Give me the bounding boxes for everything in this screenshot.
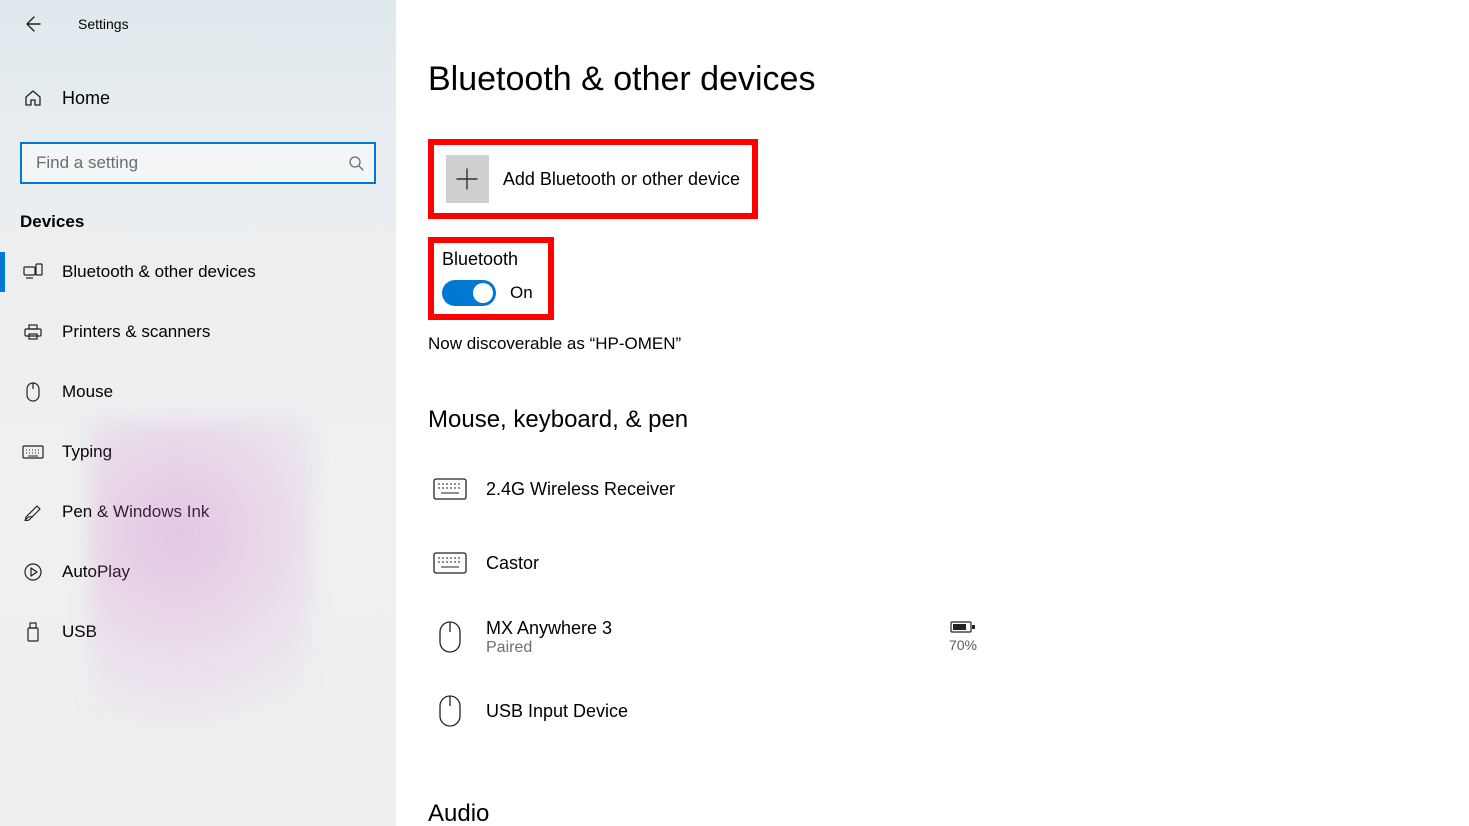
back-button[interactable]: [20, 12, 44, 36]
sidebar-item-mouse[interactable]: Mouse: [0, 362, 396, 422]
plus-icon: [446, 155, 489, 203]
sidebar-item-printers[interactable]: Printers & scanners: [0, 302, 396, 362]
bluetooth-toggle-block: Bluetooth On: [428, 237, 554, 320]
device-name: Castor: [486, 553, 988, 574]
keyboard-icon: [430, 478, 470, 500]
sidebar-section-header: Devices: [0, 194, 396, 242]
sidebar-item-label: Mouse: [62, 382, 113, 402]
device-name: 2.4G Wireless Receiver: [486, 479, 988, 500]
add-device-label: Add Bluetooth or other device: [503, 169, 740, 190]
printer-icon: [22, 323, 44, 341]
main-content: Bluetooth & other devices Add Bluetooth …: [396, 0, 1469, 826]
usb-icon: [22, 622, 44, 642]
sidebar-item-label: Printers & scanners: [62, 322, 210, 342]
titlebar: Settings: [0, 0, 396, 48]
search-wrap: [20, 142, 376, 184]
sidebar-item-label: USB: [62, 622, 97, 642]
device-status: Paired: [486, 639, 938, 657]
sidebar-item-label: AutoPlay: [62, 562, 130, 582]
search-icon: [348, 155, 364, 171]
mouse-icon: [430, 694, 470, 728]
device-name: MX Anywhere 3: [486, 618, 938, 639]
mouse-icon: [22, 382, 44, 402]
sidebar-item-typing[interactable]: Typing: [0, 422, 396, 482]
device-row[interactable]: USB Input Device: [428, 674, 988, 748]
section-title-mkp: Mouse, keyboard, & pen: [428, 406, 1429, 434]
sidebar-item-label: Bluetooth & other devices: [62, 262, 256, 282]
pen-icon: [22, 503, 44, 521]
section-title-audio: Audio: [428, 800, 1429, 826]
device-battery: 70%: [938, 620, 988, 654]
device-row[interactable]: Castor: [428, 526, 988, 600]
nav-home[interactable]: Home: [0, 74, 396, 122]
discoverable-text: Now discoverable as “HP-OMEN”: [428, 334, 1429, 354]
keyboard-icon: [430, 552, 470, 574]
sidebar-item-label: Pen & Windows Ink: [62, 502, 209, 522]
sidebar-item-bluetooth[interactable]: Bluetooth & other devices: [0, 242, 396, 302]
sidebar-item-usb[interactable]: USB: [0, 602, 396, 662]
sidebar-item-autoplay[interactable]: AutoPlay: [0, 542, 396, 602]
sidebar: Settings Home Devices Bluetooth &: [0, 0, 396, 826]
mouse-icon: [430, 620, 470, 654]
sidebar-item-pen[interactable]: Pen & Windows Ink: [0, 482, 396, 542]
page-title: Bluetooth & other devices: [428, 60, 1429, 99]
home-icon: [22, 88, 44, 108]
device-row[interactable]: 2.4G Wireless Receiver: [428, 452, 988, 526]
window-title: Settings: [78, 16, 129, 32]
add-device-button[interactable]: Add Bluetooth or other device: [428, 139, 758, 219]
battery-icon: [950, 620, 976, 634]
sidebar-item-label: Typing: [62, 442, 112, 462]
device-row[interactable]: MX Anywhere 3 Paired 70%: [428, 600, 988, 674]
nav-home-label: Home: [62, 88, 110, 109]
battery-percent: 70%: [949, 637, 977, 653]
keyboard-icon: [22, 445, 44, 459]
bluetooth-state: On: [510, 283, 533, 303]
device-name: USB Input Device: [486, 701, 988, 722]
bluetooth-label: Bluetooth: [442, 249, 538, 270]
bluetooth-toggle[interactable]: [442, 280, 496, 306]
search-input[interactable]: [20, 142, 376, 184]
devices-icon: [22, 263, 44, 281]
autoplay-icon: [22, 562, 44, 582]
